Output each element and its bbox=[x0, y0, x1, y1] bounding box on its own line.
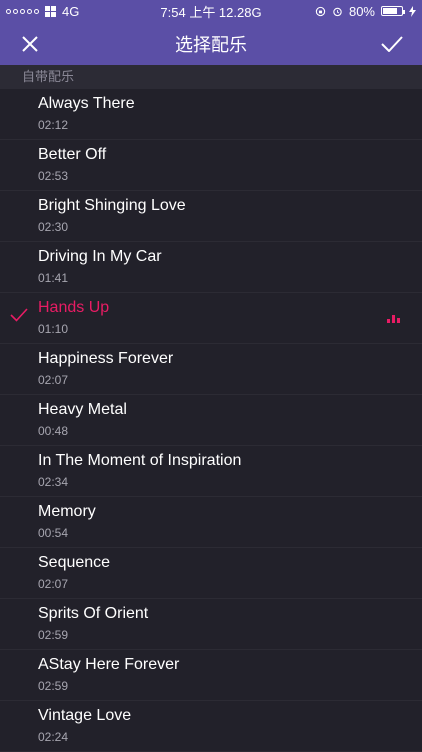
track-duration: 02:24 bbox=[38, 730, 69, 744]
track-duration: 02:07 bbox=[38, 373, 69, 387]
track-duration: 02:59 bbox=[38, 628, 69, 642]
track-row[interactable]: Hands Up 01:10 bbox=[0, 293, 422, 344]
track-row[interactable]: Better Off 02:53 bbox=[0, 140, 422, 191]
track-row[interactable]: AStay Here Forever 02:59 bbox=[0, 650, 422, 701]
signal-strength-icon bbox=[6, 8, 39, 14]
track-row[interactable]: Always There 02:12 bbox=[0, 89, 422, 140]
track-title: Memory bbox=[38, 503, 96, 520]
battery-percent: 80% bbox=[348, 3, 375, 19]
track-row[interactable]: Sequence 02:07 bbox=[0, 548, 422, 599]
status-bar: 4G 7:54 上午 12.28G 80% bbox=[0, 0, 422, 22]
track-duration: 02:12 bbox=[38, 118, 69, 132]
track-title: Sequence bbox=[38, 554, 111, 571]
windows-logo-icon bbox=[45, 5, 56, 17]
status-right: 80% bbox=[315, 4, 422, 19]
track-title: Driving In My Car bbox=[38, 248, 162, 265]
track-duration: 02:07 bbox=[38, 577, 69, 591]
section-header: 自带配乐 bbox=[0, 65, 422, 89]
track-title: Always There bbox=[38, 95, 135, 112]
confirm-button[interactable] bbox=[374, 26, 410, 62]
track-title: Heavy Metal bbox=[38, 401, 127, 418]
track-title: Hands Up bbox=[38, 299, 110, 316]
close-icon bbox=[22, 35, 38, 52]
track-row[interactable]: Heavy Metal 00:48 bbox=[0, 395, 422, 446]
track-row[interactable]: Driving In My Car 01:41 bbox=[0, 242, 422, 293]
network-type: 4G bbox=[62, 3, 80, 19]
track-duration: 02:30 bbox=[38, 220, 69, 234]
track-duration: 00:54 bbox=[38, 526, 69, 540]
checkmark-icon bbox=[10, 308, 28, 322]
track-title: Vintage Love bbox=[38, 707, 132, 724]
status-left: 4G bbox=[0, 4, 79, 19]
track-row[interactable]: Vintage Love 02:24 bbox=[0, 701, 422, 752]
page-title: 选择配乐 bbox=[175, 34, 247, 55]
track-row[interactable]: Bright Shinging Love 02:30 bbox=[0, 191, 422, 242]
equalizer-icon bbox=[387, 315, 400, 323]
track-duration: 01:10 bbox=[38, 322, 69, 336]
track-title: Sprits Of Orient bbox=[38, 605, 149, 622]
track-title: Bright Shinging Love bbox=[38, 197, 186, 214]
checkmark-icon bbox=[381, 35, 403, 52]
track-duration: 02:34 bbox=[38, 475, 69, 489]
track-row[interactable]: In The Moment of Inspiration 02:34 bbox=[0, 446, 422, 497]
track-title: In The Moment of Inspiration bbox=[38, 452, 242, 469]
nav-bar: 选择配乐 bbox=[0, 22, 422, 65]
track-title: Better Off bbox=[38, 146, 107, 163]
track-duration: 02:53 bbox=[38, 169, 69, 183]
track-row[interactable]: Memory 00:54 bbox=[0, 497, 422, 548]
track-list: Always There 02:12 Better Off 02:53 Bright S… bbox=[0, 89, 422, 752]
track-title: Happiness Forever bbox=[38, 350, 174, 367]
track-duration: 01:41 bbox=[38, 271, 69, 285]
track-row[interactable]: Happiness Forever 02:07 bbox=[0, 344, 422, 395]
track-duration: 00:48 bbox=[38, 424, 69, 438]
charging-bolt-icon bbox=[409, 5, 416, 17]
rotation-lock-icon bbox=[315, 6, 326, 16]
battery-icon bbox=[381, 6, 405, 16]
close-button[interactable] bbox=[12, 26, 48, 62]
track-row[interactable]: Sprits Of Orient 02:59 bbox=[0, 599, 422, 650]
alarm-clock-icon bbox=[333, 7, 342, 16]
track-title: AStay Here Forever bbox=[38, 656, 180, 673]
track-duration: 02:59 bbox=[38, 679, 69, 693]
